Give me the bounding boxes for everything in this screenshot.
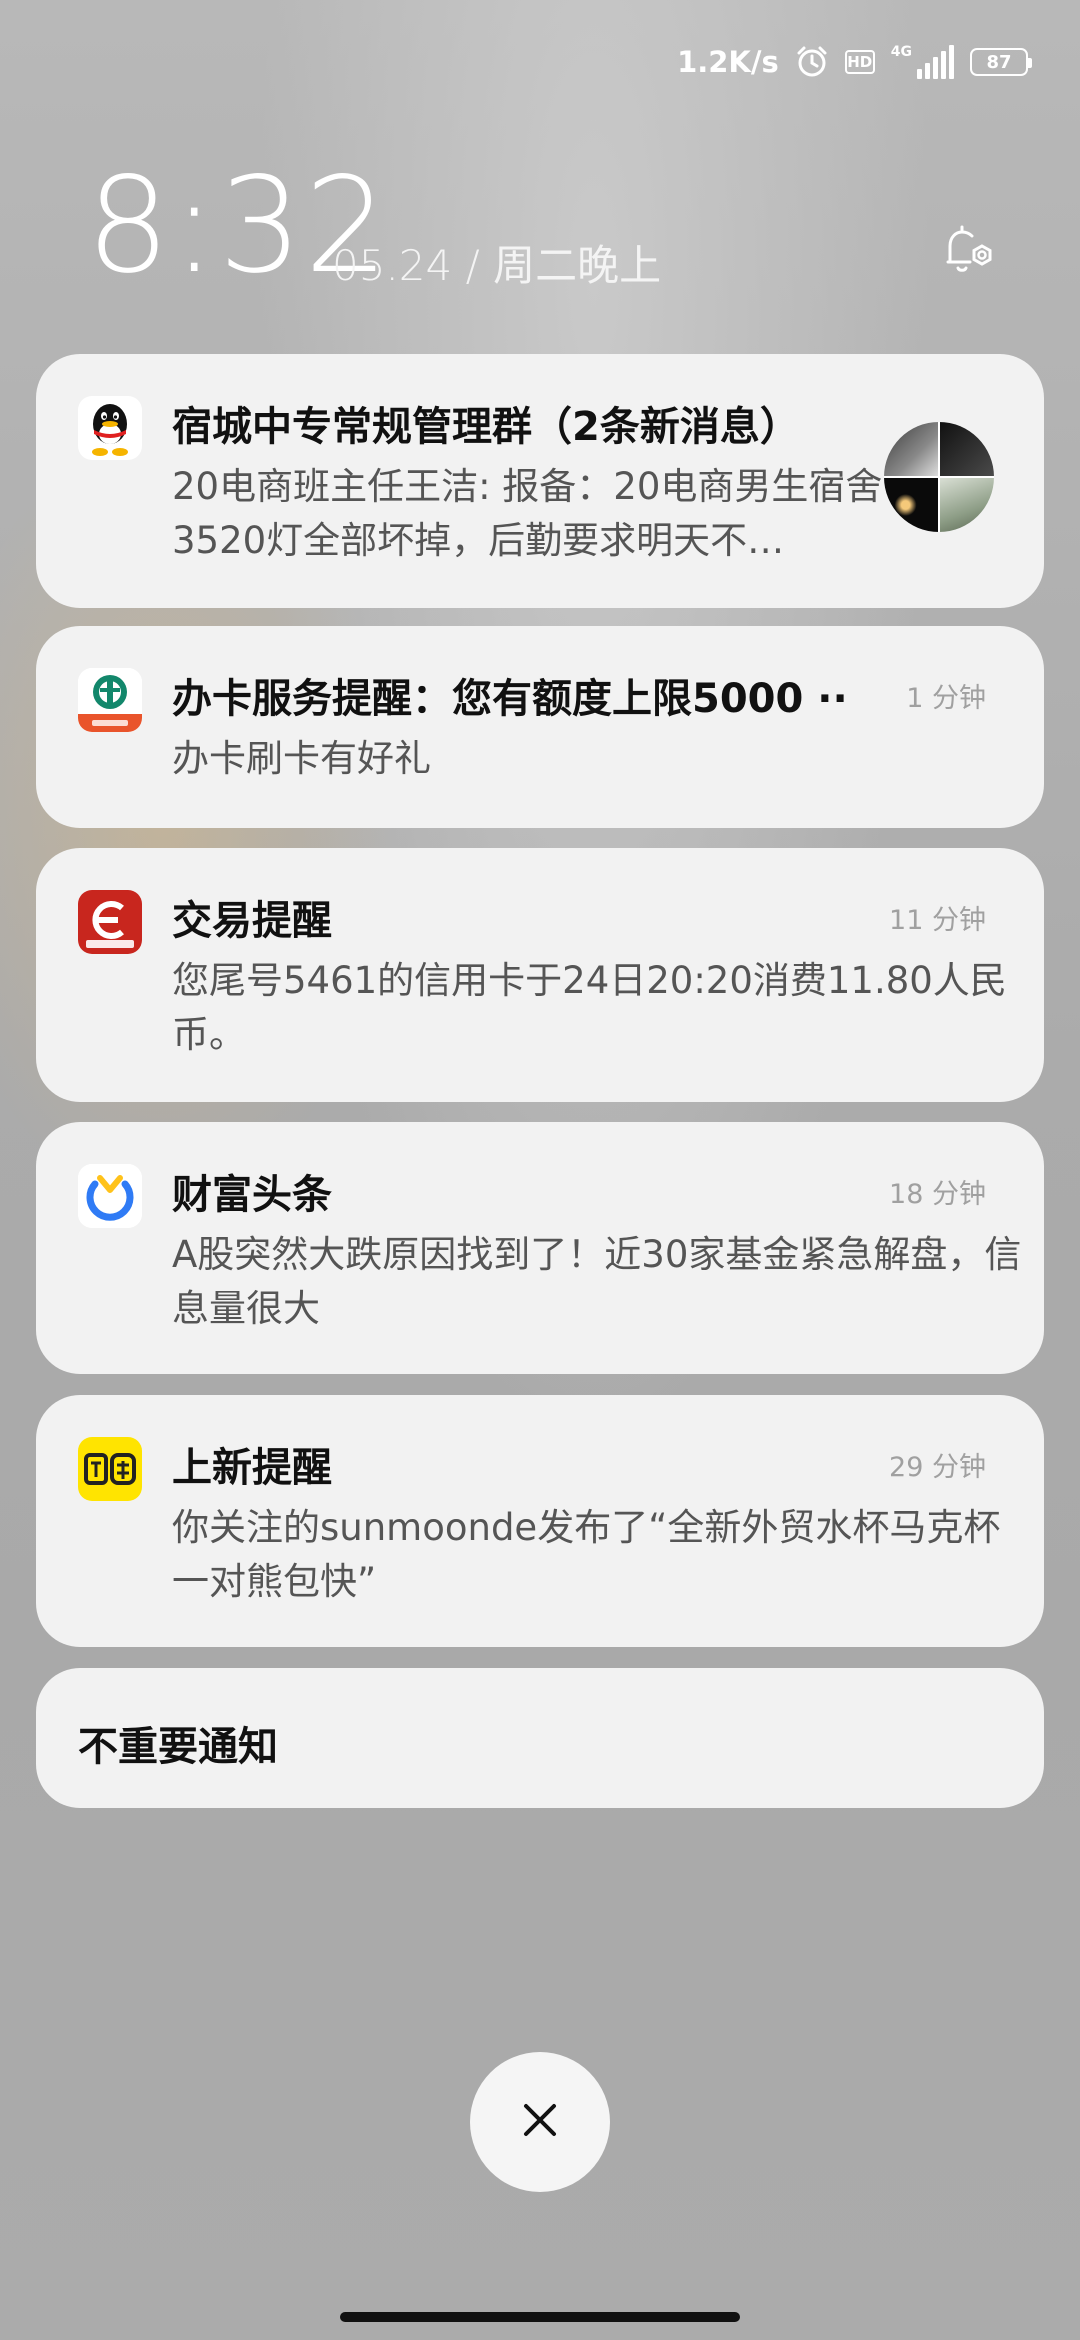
- xianyu-icon: [78, 1437, 142, 1501]
- notification-body: 20电商班主任王洁: 报备：20电商男生宿舍3520灯全部坏掉，后勤要求明天不…: [172, 465, 883, 562]
- notification-body: 你关注的sunmoonde发布了“全新外贸水杯马克杯一对熊包快”: [172, 1506, 1001, 1603]
- bank-card-icon: [78, 890, 142, 954]
- battery-level: 87: [986, 51, 1012, 73]
- home-indicator[interactable]: [340, 2312, 740, 2322]
- notification-card-transaction[interactable]: 交易提醒 11 分钟 您尾号5461的信用卡于24日20:20消费11.80人民…: [36, 848, 1044, 1102]
- bank-icon: [78, 668, 142, 732]
- network-type-label: 4G: [890, 44, 912, 60]
- notification-card-xianyu[interactable]: 上新提醒 29 分钟 你关注的sunmoonde发布了“全新外贸水杯马克杯一对熊…: [36, 1395, 1044, 1647]
- notification-card-fortune-news[interactable]: 财富头条 18 分钟 A股突然大跌原因找到了！近30家基金紧急解盘，信息量很大: [36, 1122, 1044, 1374]
- notification-title: 宿城中专常规管理群（2条新消息）: [172, 404, 800, 450]
- notification-body: 办卡刷卡有好礼: [172, 737, 431, 780]
- battery-icon: 87: [970, 48, 1032, 76]
- network-speed: 1.2K/s: [677, 45, 779, 79]
- notification-body: A股突然大跌原因找到了！近30家基金紧急解盘，信息量很大: [172, 1233, 1022, 1330]
- lockscreen-date: 05.24 / 周二晚上: [332, 241, 662, 290]
- notification-body: 您尾号5461的信用卡于24日20:20消费11.80人民币。: [172, 959, 1007, 1056]
- status-bar: 1.2K/s HD 4G 87: [677, 40, 1032, 84]
- qq-icon: [78, 396, 142, 460]
- clear-notifications-button[interactable]: [470, 2052, 610, 2192]
- notification-time: 29 分钟: [889, 1452, 986, 1483]
- bell-settings-icon[interactable]: [934, 220, 996, 282]
- notification-time: 11 分钟: [889, 905, 986, 936]
- signal-icon: 4G: [891, 45, 954, 79]
- notification-title: 上新提醒: [172, 1445, 332, 1491]
- notification-title: 交易提醒: [172, 898, 332, 944]
- notification-title: 财富头条: [172, 1172, 332, 1218]
- hd-voice-icon: HD: [844, 50, 875, 74]
- notification-card-bank-service[interactable]: 办卡服务提醒：您有额度上限5000 ·· 1 分钟 办卡刷卡有好礼: [36, 626, 1044, 828]
- close-icon: [520, 2100, 560, 2144]
- unimportant-label: 不重要通知: [78, 1724, 278, 1770]
- notification-time: 18 分钟: [889, 1179, 986, 1210]
- unimportant-notifications-button[interactable]: 不重要通知: [36, 1668, 1044, 1808]
- notification-time: 1 分钟: [906, 683, 986, 714]
- group-avatar: [884, 422, 994, 532]
- notification-title: 办卡服务提醒：您有额度上限5000 ··: [172, 676, 848, 722]
- fortune-news-icon: [78, 1164, 142, 1228]
- alarm-clock-icon: [795, 45, 829, 79]
- notification-card-qq[interactable]: 宿城中专常规管理群（2条新消息） 20电商班主任王洁: 报备：20电商男生宿舍3…: [36, 354, 1044, 608]
